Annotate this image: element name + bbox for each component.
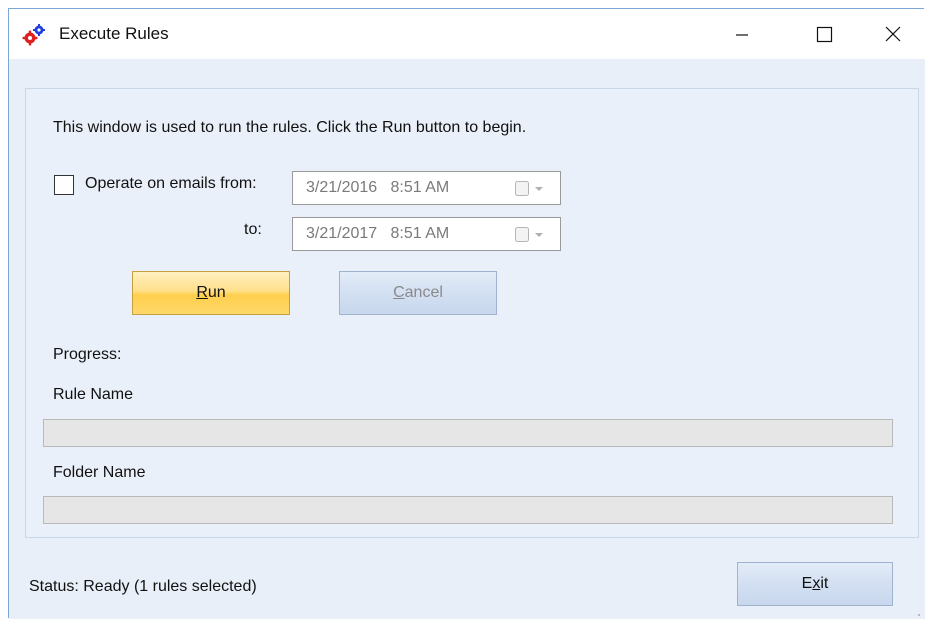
exit-label-rest: it [820, 575, 829, 592]
gears-app-icon [21, 23, 47, 47]
rule-progress-bar [43, 419, 893, 447]
title-bar[interactable]: Execute Rules [9, 9, 925, 59]
operate-on-emails-checkbox[interactable] [54, 175, 74, 195]
minimize-icon [736, 34, 748, 36]
maximize-icon [816, 26, 833, 43]
run-label-rest: un [207, 284, 226, 301]
calendar-dropdown-icon[interactable] [513, 180, 551, 198]
run-mnemonic: R [196, 284, 208, 301]
to-label: to: [244, 221, 262, 238]
window-title: Execute Rules [59, 24, 169, 43]
maximize-button[interactable] [799, 17, 849, 51]
operate-on-emails-label[interactable]: Operate on emails from: [85, 175, 257, 193]
run-button[interactable]: Run [132, 271, 290, 315]
from-date-picker[interactable]: 3/21/2016 8:51 AM [292, 171, 561, 205]
exit-button[interactable]: Exit [737, 562, 893, 606]
progress-heading: Progress: [53, 346, 122, 363]
rule-name-label: Rule Name [53, 386, 134, 403]
cancel-button[interactable]: Cancel [339, 271, 497, 315]
exit-label-pre: E [801, 575, 813, 592]
close-button[interactable] [867, 17, 917, 51]
resize-grip-icon[interactable] [915, 611, 921, 617]
close-icon [885, 26, 901, 42]
to-date-picker[interactable]: 3/21/2017 8:51 AM [292, 217, 561, 251]
from-date-value: 3/21/2016 8:51 AM [306, 179, 450, 196]
cancel-mnemonic: C [393, 284, 405, 301]
calendar-dropdown-icon[interactable] [513, 226, 551, 244]
status-text: Status: Ready (1 rules selected) [29, 578, 257, 595]
minimize-button[interactable] [717, 17, 767, 51]
folder-progress-bar [43, 496, 893, 524]
intro-text: This window is used to run the rules. Cl… [53, 119, 527, 136]
execute-rules-window: Execute Rules This window is used to run… [8, 8, 925, 619]
cancel-label-rest: ancel [404, 284, 443, 301]
dialog-client-area: This window is used to run the rules. Cl… [9, 59, 925, 619]
folder-name-label: Folder Name [53, 464, 146, 481]
to-date-value: 3/21/2017 8:51 AM [306, 225, 450, 242]
